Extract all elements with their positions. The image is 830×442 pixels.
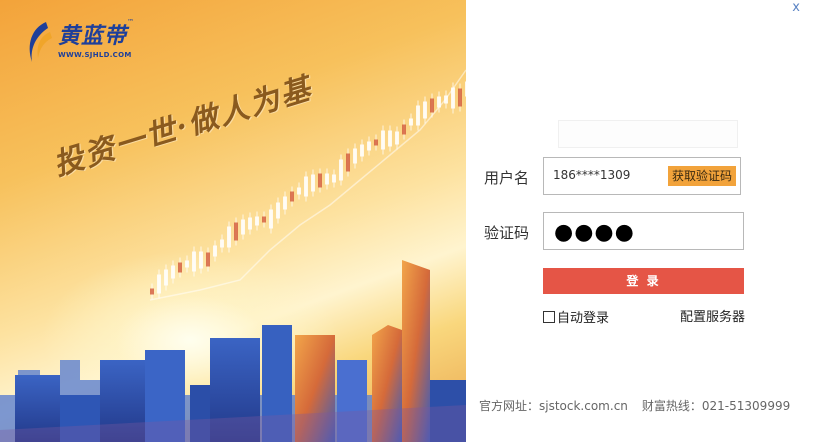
city-skyline-art [0, 260, 466, 442]
username-field[interactable]: 186****1309 获取验证码 [543, 157, 741, 195]
code-value: ●●●● [554, 220, 635, 245]
banner-panel: 黄蓝带™ WWW.SJHLD.COM 投资一世·做人为基 [0, 0, 466, 442]
footer-info: 官方网址：sjstock.com.cn 财富热线：021-51309999 [479, 397, 790, 414]
blank-header-box [558, 120, 738, 148]
brand-url: WWW.SJHLD.COM [58, 51, 132, 59]
get-code-button[interactable]: 获取验证码 [667, 166, 736, 186]
code-label: 验证码 [484, 224, 530, 242]
auto-login-label: 自动登录 [557, 311, 610, 326]
auto-login-option[interactable]: 自动登录 [543, 307, 609, 326]
code-field[interactable]: ●●●● [543, 212, 744, 250]
footer-site: 官方网址：sjstock.com.cn [479, 399, 628, 413]
auto-login-checkbox[interactable] [543, 310, 555, 323]
footer-hotline: 财富热线：021-51309999 [641, 399, 791, 413]
login-button[interactable]: 登 录 [543, 268, 744, 294]
username-value: 186****1309 [553, 168, 631, 182]
login-form: 用户名 186****1309 获取验证码 验证码 ●●●● 登 录 自动登录 … [466, 0, 830, 442]
brand-tm: ™ [127, 18, 135, 26]
configure-server-link[interactable]: 配置服务器 [680, 306, 745, 325]
brand-name: 黄蓝带 [58, 23, 128, 49]
brand-logo: 黄蓝带™ WWW.SJHLD.COM [22, 18, 134, 66]
username-label: 用户名 [484, 169, 530, 187]
logo-swoosh-icon [29, 22, 52, 62]
